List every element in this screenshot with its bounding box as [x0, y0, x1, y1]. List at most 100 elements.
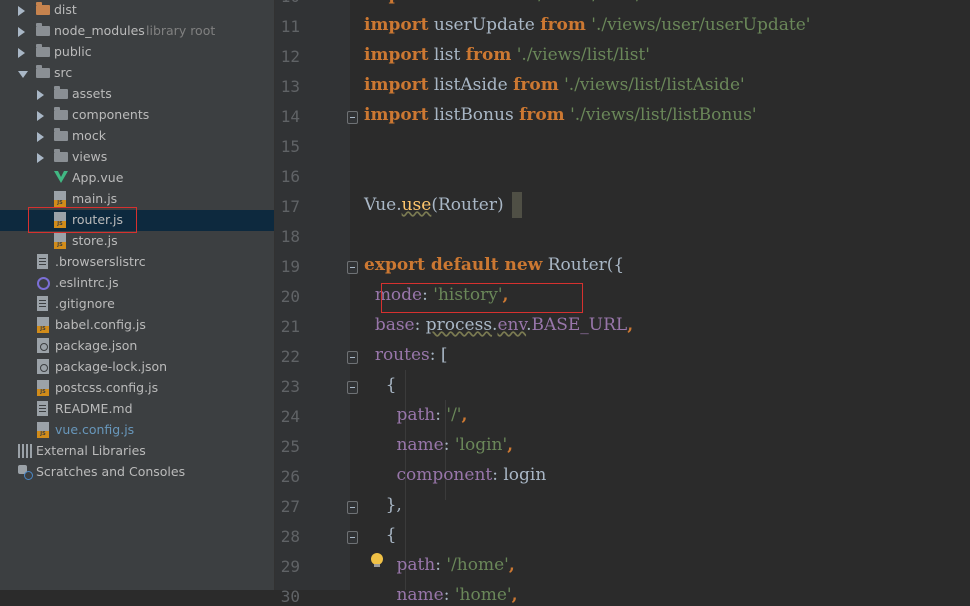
- chevron-down-icon[interactable]: [18, 71, 28, 78]
- tree-item-babel-config-js[interactable]: babel.config.js: [0, 315, 274, 336]
- tree-item-package-lock-json[interactable]: package-lock.json: [0, 357, 274, 378]
- tree-item-external-libraries[interactable]: External Libraries: [0, 441, 274, 462]
- folder-icon: [54, 149, 68, 162]
- folder-icon: [36, 65, 50, 78]
- tree-item-label: babel.config.js: [55, 317, 146, 332]
- code-line[interactable]: import userUpdate from './views/user/use…: [364, 15, 810, 35]
- tree-item-label: postcss.config.js: [55, 380, 159, 395]
- fold-marker-icon[interactable]: [347, 501, 358, 514]
- tree-item-label: assets: [72, 86, 112, 101]
- code-token: :: [443, 585, 455, 605]
- code-token: 'login': [454, 435, 508, 455]
- tree-item-src[interactable]: src: [0, 63, 274, 84]
- tree-item-scratches-and-consoles[interactable]: Scratches and Consoles: [0, 462, 274, 483]
- code-line[interactable]: Vue.use(Router): [364, 195, 504, 215]
- tree-item-app-vue[interactable]: App.vue: [0, 168, 274, 189]
- folder-icon: [54, 128, 68, 141]
- package-json-icon: [37, 359, 49, 374]
- fold-marker-icon[interactable]: [347, 381, 358, 394]
- code-token: path: [396, 555, 436, 575]
- tree-item-components[interactable]: components: [0, 105, 274, 126]
- code-token: import: [364, 15, 429, 35]
- code-token: import: [364, 75, 429, 95]
- code-line[interactable]: },: [364, 495, 402, 515]
- tree-item-mock[interactable]: mock: [0, 126, 274, 147]
- line-number: 26: [280, 467, 300, 486]
- code-token: ,: [461, 405, 468, 425]
- tree-item-dist[interactable]: dist: [0, 0, 274, 21]
- vue-file-icon: [54, 171, 68, 183]
- tree-item-label: components: [72, 107, 150, 122]
- tree-item-package-json[interactable]: package.json: [0, 336, 274, 357]
- tree-item-browserslistrc[interactable]: .browserslistrc: [0, 252, 274, 273]
- text-file-icon: [37, 401, 48, 416]
- code-token: import: [364, 105, 429, 125]
- tree-item-postcss-config-js[interactable]: postcss.config.js: [0, 378, 274, 399]
- tree-item-public[interactable]: public: [0, 42, 274, 63]
- folder-icon: [54, 107, 68, 120]
- fold-marker-icon[interactable]: [347, 531, 358, 544]
- code-token: Vue.: [364, 195, 402, 215]
- chevron-right-icon[interactable]: [18, 6, 25, 16]
- tree-item-node-modules[interactable]: node_modules library root: [0, 21, 274, 42]
- code-token: user: [428, 0, 477, 5]
- code-token: './views/user/userUpdate': [585, 15, 811, 35]
- tree-item-vue-config-js[interactable]: vue.config.js: [0, 420, 274, 441]
- fold-marker-icon[interactable]: [347, 261, 358, 274]
- code-token: list: [428, 45, 466, 65]
- code-line[interactable]: component: login: [364, 465, 546, 485]
- tree-item-store-js[interactable]: store.js: [0, 231, 274, 252]
- tree-item-readme-md[interactable]: README.md: [0, 399, 274, 420]
- chevron-right-icon[interactable]: [18, 27, 25, 37]
- code-line[interactable]: path: '/home',: [364, 555, 515, 575]
- code-line[interactable]: import user from './views/user/user': [364, 0, 684, 5]
- folder-icon: [36, 23, 50, 36]
- code-line[interactable]: import listBonus from './views/list/list…: [364, 105, 757, 125]
- tree-item-label: package-lock.json: [55, 359, 168, 374]
- tree-item-eslintrc-js[interactable]: .eslintrc.js: [0, 273, 274, 294]
- chevron-right-icon[interactable]: [18, 48, 25, 58]
- code-token: from: [465, 45, 512, 65]
- chevron-right-icon[interactable]: [37, 153, 44, 163]
- code-line[interactable]: import listAside from './views/list/list…: [364, 75, 745, 95]
- tree-item-label: .gitignore: [55, 296, 115, 311]
- code-token: ,: [508, 555, 515, 575]
- code-token: name: [396, 585, 444, 605]
- code-line[interactable]: base: process.env.BASE_URL,: [364, 315, 633, 335]
- libraries-icon: [18, 444, 32, 458]
- code-line[interactable]: import list from './views/list/list': [364, 45, 650, 65]
- code-token: '/home': [446, 555, 509, 575]
- tree-item-views[interactable]: views: [0, 147, 274, 168]
- code-line[interactable]: {: [364, 375, 397, 395]
- code-line[interactable]: name: 'login',: [364, 435, 513, 455]
- tree-item-gitignore[interactable]: .gitignore: [0, 294, 274, 315]
- chevron-right-icon[interactable]: [37, 111, 44, 121]
- project-tree[interactable]: dist node_modules library root public src ass…: [0, 0, 274, 590]
- fold-marker-icon[interactable]: [347, 111, 358, 124]
- line-number: 12: [280, 47, 300, 66]
- code-token: },: [364, 495, 402, 515]
- code-token: process: [425, 315, 493, 335]
- code-token: : login: [492, 465, 547, 485]
- lightbulb-icon[interactable]: [371, 553, 383, 567]
- chevron-right-icon[interactable]: [37, 132, 44, 142]
- code-line[interactable]: name: 'home',: [364, 585, 517, 605]
- tree-item-assets[interactable]: assets: [0, 84, 274, 105]
- code-token: name: [396, 435, 444, 455]
- scratches-icon: [18, 465, 33, 480]
- code-line[interactable]: export default new Router({: [364, 255, 624, 275]
- tree-item-label: dist: [54, 2, 77, 17]
- code-line[interactable]: {: [364, 525, 397, 545]
- text-file-icon: [37, 296, 48, 311]
- code-line[interactable]: path: '/',: [364, 405, 467, 425]
- code-line[interactable]: routes: [: [364, 345, 448, 365]
- fold-marker-icon[interactable]: [347, 351, 358, 364]
- chevron-right-icon[interactable]: [37, 90, 44, 100]
- code-token: export default new: [364, 255, 543, 275]
- code-token: from: [477, 0, 523, 5]
